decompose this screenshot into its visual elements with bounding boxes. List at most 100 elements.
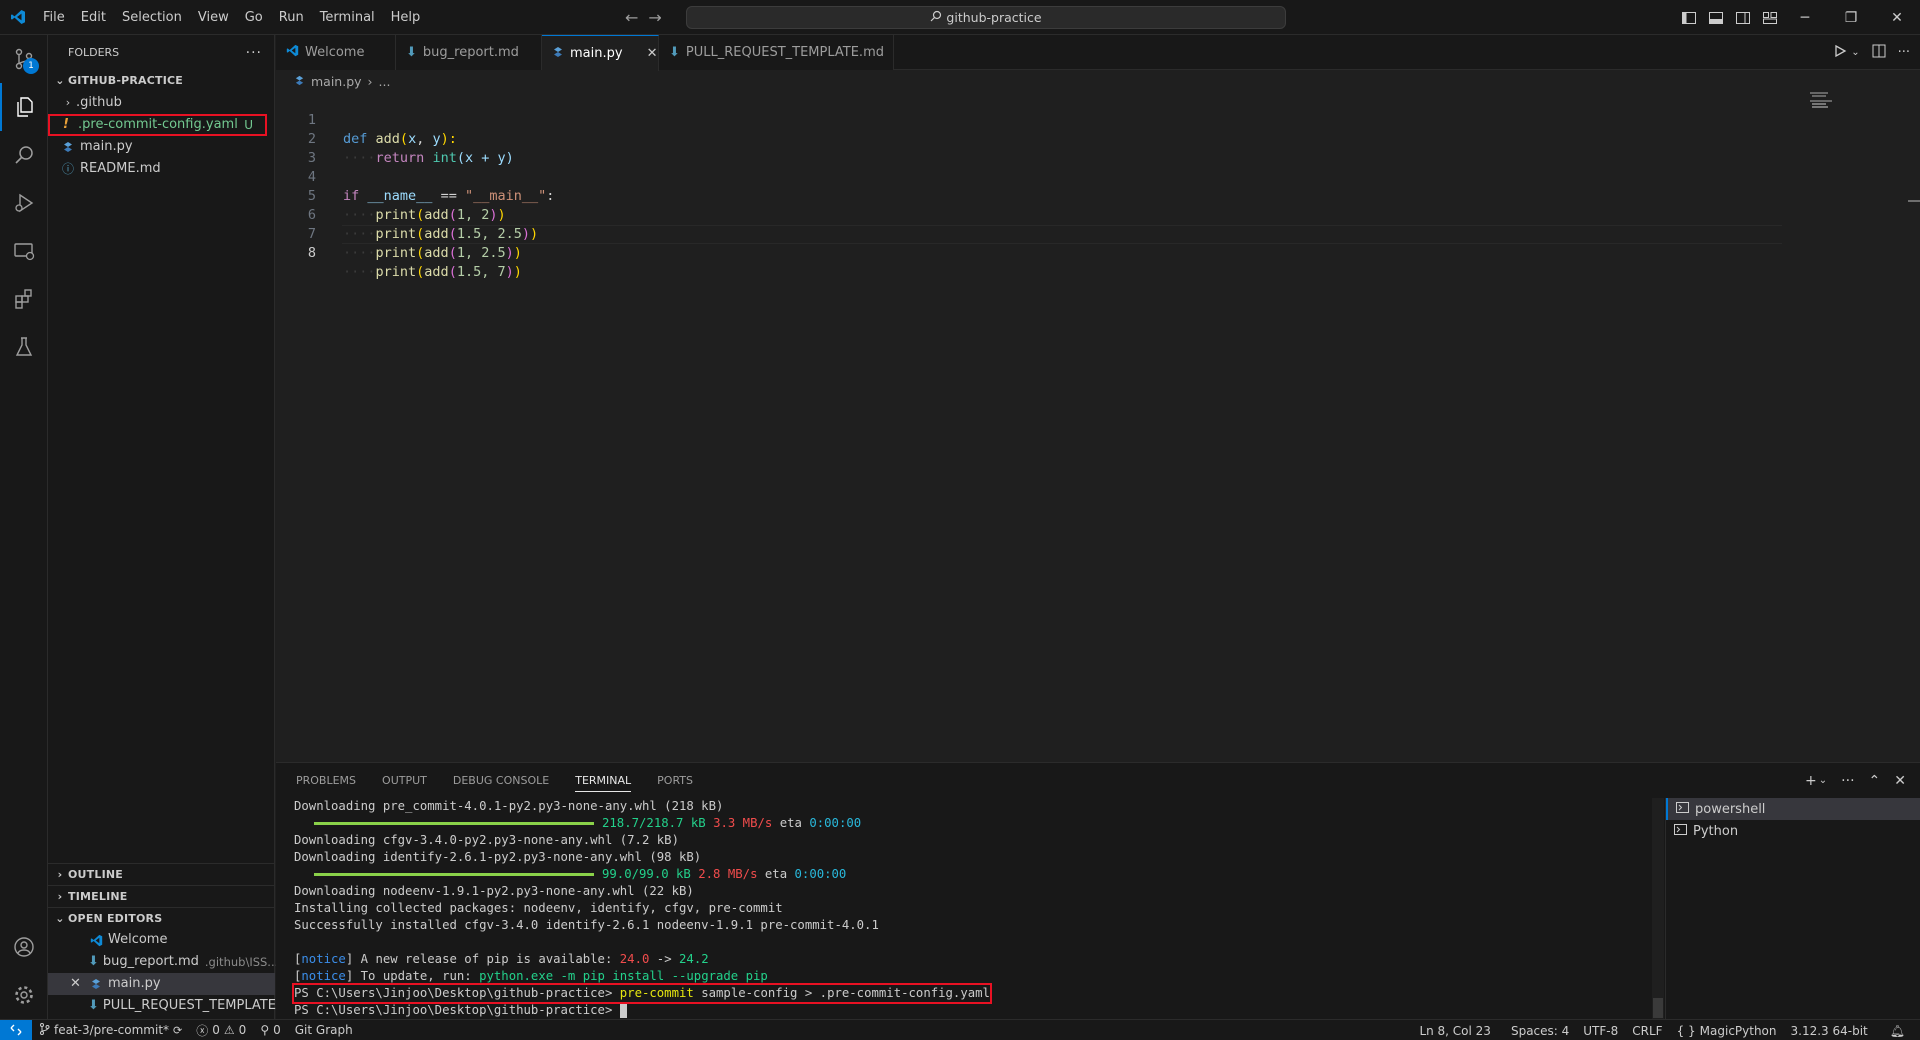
search-icon[interactable] xyxy=(0,131,48,179)
open-editor-main-py[interactable]: ✕ main.py xyxy=(48,973,275,995)
menu-edit[interactable]: Edit xyxy=(73,0,114,35)
tree-item-github[interactable]: › .github xyxy=(48,92,274,114)
open-editor-welcome[interactable]: Welcome xyxy=(48,929,275,951)
tab-output[interactable]: OUTPUT xyxy=(382,774,427,787)
open-editor-pr-template[interactable]: ⬇ PULL_REQUEST_TEMPLATE... xyxy=(48,995,288,1017)
terminal-item-powershell[interactable]: powershell xyxy=(1666,798,1920,820)
terminal-scrollbar-thumb[interactable] xyxy=(1653,998,1663,1018)
progress-speed: 2.8 MB/s xyxy=(698,867,758,881)
minimize-icon[interactable]: ─ xyxy=(1782,0,1828,35)
whitespace-marker: ···· xyxy=(343,264,376,280)
info-icon: ⓘ xyxy=(61,162,74,176)
tab-main-py[interactable]: main.py ✕ xyxy=(542,35,659,71)
close-panel-icon[interactable]: ✕ xyxy=(1894,773,1906,789)
forward-arrow-icon[interactable]: → xyxy=(648,8,661,27)
menu-go[interactable]: Go xyxy=(237,0,271,35)
encoding[interactable]: UTF-8 xyxy=(1576,1024,1625,1038)
maximize-panel-icon[interactable]: ⌃ xyxy=(1869,773,1881,789)
tab-label: PULL_REQUEST_TEMPLATE.md xyxy=(685,45,884,60)
token-function: print xyxy=(375,226,417,242)
more-actions-icon[interactable]: ··· xyxy=(246,45,262,61)
customize-layout-icon[interactable] xyxy=(1761,9,1779,27)
code-editor[interactable]: 1 def add(x, y): 2 ····return int(x + y)… xyxy=(276,92,1920,762)
indentation[interactable]: Spaces: 4 xyxy=(1504,1024,1576,1038)
open-editors-section[interactable]: ⌄ OPEN EDITORS xyxy=(48,907,275,929)
chevron-down-icon[interactable]: ⌄ xyxy=(1819,775,1827,786)
error-icon: ⓧ xyxy=(196,1023,209,1038)
token-number: 1, 2 xyxy=(456,207,490,223)
settings-gear-icon[interactable] xyxy=(0,971,48,1019)
tab-problems[interactable]: PROBLEMS xyxy=(296,774,356,787)
cursor-position[interactable]: Ln 8, Col 23 xyxy=(1412,1024,1498,1038)
status-bar: feat-3/pre-commit* ⟳ ⓧ 0 ⚠ 0 ⚲ 0 Git Gra… xyxy=(0,1019,1920,1040)
outline-label: OUTLINE xyxy=(68,867,124,881)
remote-explorer-icon[interactable] xyxy=(0,227,48,275)
explorer-icon[interactable] xyxy=(0,83,48,131)
source-control-icon[interactable]: 1 xyxy=(0,35,48,83)
menu-run[interactable]: Run xyxy=(271,0,312,35)
breadcrumb-file[interactable]: main.py xyxy=(311,74,362,89)
tab-debug-console[interactable]: DEBUG CONSOLE xyxy=(453,774,549,787)
chevron-down-icon[interactable]: ⌄ xyxy=(1851,47,1859,58)
problems-indicator[interactable]: ⓧ 0 ⚠ 0 xyxy=(189,1022,253,1039)
vscode-logo-icon xyxy=(88,934,104,947)
back-arrow-icon[interactable]: ← xyxy=(625,8,638,27)
sidebar-title: FOLDERS xyxy=(68,46,120,59)
menu-file[interactable]: File xyxy=(35,0,73,35)
git-graph-button[interactable]: Git Graph xyxy=(288,1023,360,1037)
ports-indicator[interactable]: ⚲ 0 xyxy=(253,1023,287,1037)
whitespace-marker: ···· xyxy=(343,226,376,242)
whitespace-marker: ···· xyxy=(343,150,376,166)
more-actions-icon[interactable]: ··· xyxy=(1898,45,1910,60)
outline-section[interactable]: › OUTLINE xyxy=(48,863,275,885)
extensions-icon[interactable] xyxy=(0,275,48,323)
terminal-item-python[interactable]: Python xyxy=(1666,820,1920,842)
menu-help[interactable]: Help xyxy=(383,0,429,35)
run-python-icon[interactable] xyxy=(1833,44,1847,62)
command-center[interactable]: github-practice xyxy=(686,6,1286,29)
new-terminal-icon[interactable]: + xyxy=(1805,773,1817,789)
close-icon[interactable]: ✕ xyxy=(70,973,88,995)
tab-welcome[interactable]: Welcome xyxy=(276,35,396,70)
version-arrow: -> xyxy=(649,952,680,966)
tab-bug-report[interactable]: ⬇ bug_report.md xyxy=(396,35,542,70)
menu-selection[interactable]: Selection xyxy=(114,0,190,35)
more-actions-icon[interactable]: ··· xyxy=(1841,773,1854,789)
tree-item-readme[interactable]: ⓘ README.md xyxy=(48,158,274,180)
token-function: add xyxy=(424,226,449,242)
tree-item-label: .pre-commit-config.yaml xyxy=(78,117,238,132)
end-of-line[interactable]: CRLF xyxy=(1625,1024,1669,1038)
restore-icon[interactable]: ❐ xyxy=(1828,0,1874,35)
testing-icon[interactable] xyxy=(0,323,48,371)
toggle-secondary-sidebar-icon[interactable] xyxy=(1734,9,1752,27)
accounts-icon[interactable] xyxy=(0,923,48,971)
minimap[interactable] xyxy=(1794,92,1914,132)
open-editor-bug-report[interactable]: ⬇ bug_report.md .github\ISS... xyxy=(48,951,278,973)
language-mode[interactable]: { } MagicPython xyxy=(1670,1024,1784,1038)
tab-pr-template[interactable]: ⬇ PULL_REQUEST_TEMPLATE.md xyxy=(659,35,894,70)
timeline-label: TIMELINE xyxy=(68,889,128,903)
breadcrumb-symbols[interactable]: ... xyxy=(379,74,391,89)
timeline-section[interactable]: › TIMELINE xyxy=(48,885,275,907)
tree-item-pre-commit-config[interactable]: ! .pre-commit-config.yaml U xyxy=(48,114,267,136)
folder-root[interactable]: ⌄ GITHUB-PRACTICE xyxy=(48,70,274,92)
git-branch[interactable]: feat-3/pre-commit* ⟳ xyxy=(32,1022,189,1038)
remote-indicator-icon[interactable] xyxy=(0,1019,32,1040)
token-function: add xyxy=(424,264,449,280)
tree-item-main-py[interactable]: main.py xyxy=(48,136,274,158)
code-line: 5 ····print(add(1, 2)) xyxy=(276,168,506,223)
menu-view[interactable]: View xyxy=(190,0,237,35)
split-editor-icon[interactable] xyxy=(1872,44,1886,62)
notifications-bell-icon[interactable]: 🔔︎ xyxy=(1883,1024,1912,1038)
python-interpreter[interactable]: 3.12.3 64-bit xyxy=(1784,1024,1875,1038)
toggle-primary-sidebar-icon[interactable] xyxy=(1680,9,1698,27)
sync-icon: ⟳ xyxy=(173,1023,183,1037)
tab-terminal[interactable]: TERMINAL xyxy=(575,774,632,792)
close-icon[interactable]: ✕ xyxy=(647,46,658,61)
close-icon[interactable]: ✕ xyxy=(1874,0,1920,35)
menu-terminal[interactable]: Terminal xyxy=(312,0,383,35)
terminal-scrollbar[interactable] xyxy=(1652,798,1664,1020)
tab-ports[interactable]: PORTS xyxy=(657,774,693,787)
run-debug-icon[interactable] xyxy=(0,179,48,227)
toggle-panel-icon[interactable] xyxy=(1707,9,1725,27)
